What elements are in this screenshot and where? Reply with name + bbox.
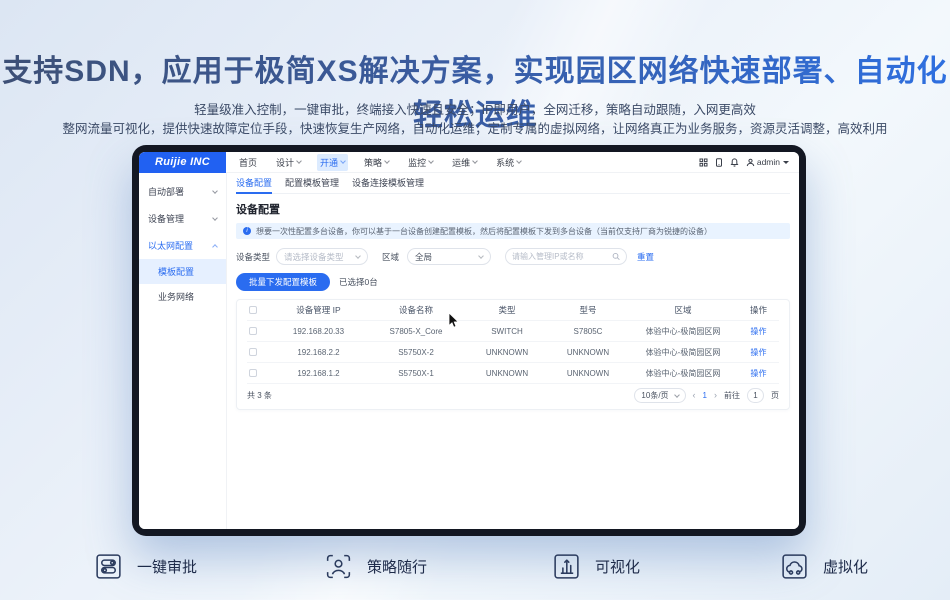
row-checkbox[interactable]	[249, 369, 257, 377]
sidebar-item-ethernet-config[interactable]: 以太网配置	[139, 232, 226, 259]
table-row: 192.168.1.2 S5750X-1 UNKNOWN UNKNOWN 体验中…	[247, 362, 779, 383]
hero-subtitle-line2: 整网流量可视化，提供快速故障定位手段，快速恢复生产网络，自动化运维；定制专属的虚…	[0, 118, 950, 137]
sidebar-item-auto-deploy[interactable]: 自动部署	[139, 178, 226, 205]
feature-policy-follow: 策略随行	[323, 551, 427, 582]
col-model: 型号	[548, 304, 628, 316]
bar-chart-icon	[551, 551, 582, 582]
row-checkbox[interactable]	[249, 327, 257, 335]
bell-icon[interactable]	[730, 158, 739, 167]
feature-virtualization: 虚拟化	[779, 551, 868, 582]
goto-page-input[interactable]	[747, 388, 764, 403]
selected-count: 已选择0台	[339, 276, 378, 288]
info-icon: i	[243, 227, 251, 235]
goto-unit: 页	[771, 390, 779, 401]
chevron-down-icon	[212, 188, 218, 194]
next-page-button[interactable]: ›	[714, 391, 717, 400]
bulk-deploy-button[interactable]: 批量下发配置模板	[236, 273, 330, 291]
nav-item-home[interactable]: 首页	[236, 154, 260, 171]
col-action: 操作	[738, 304, 779, 316]
feature-visualization: 可视化	[551, 551, 640, 582]
bulk-action-row: 批量下发配置模板 已选择0台	[236, 273, 790, 291]
search-input[interactable]	[512, 252, 612, 261]
region-label: 区域	[382, 251, 399, 263]
chevron-down-icon	[384, 158, 390, 164]
nav-item-design[interactable]: 设计	[273, 154, 304, 171]
nav-item-ops[interactable]: 运维	[449, 154, 480, 171]
info-banner-text: 想要一次性配置多台设备，你可以基于一台设备创建配置模板，然后将配置模板下发到多台…	[256, 226, 712, 237]
chevron-down-icon	[296, 158, 302, 164]
user-icon	[746, 158, 755, 167]
chevron-down-icon	[340, 158, 346, 164]
goto-label: 前往	[724, 390, 740, 401]
app-navbar: Ruijie INC 首页 设计 开通 策略 监控 运维 系统 admin	[139, 152, 799, 173]
filter-row: 设备类型 请选择设备类型 区域 全局 重置	[236, 248, 790, 265]
mouse-cursor	[448, 312, 460, 329]
laptop-frame: Ruijie INC 首页 设计 开通 策略 监控 运维 系统 admin	[132, 145, 806, 536]
row-action-link[interactable]: 操作	[738, 368, 779, 379]
chevron-down-icon	[472, 158, 478, 164]
cloud-network-icon	[779, 551, 810, 582]
tab-device-config[interactable]: 设备配置	[236, 173, 272, 194]
row-checkbox[interactable]	[249, 348, 257, 356]
current-page[interactable]: 1	[703, 391, 707, 400]
section-title: 设备配置	[236, 201, 790, 217]
main-content: 设备配置 配置模板管理 设备连接模板管理 设备配置 i 想要一次性配置多台设备，…	[227, 173, 799, 529]
row-action-link[interactable]: 操作	[738, 347, 779, 358]
region-select[interactable]: 全局	[407, 248, 491, 265]
table-footer: 共 3 条 10条/页 ‹ 1 › 前往 页	[247, 383, 779, 407]
sidebar-item-device-mgmt[interactable]: 设备管理	[139, 205, 226, 232]
user-menu[interactable]: admin	[746, 157, 789, 167]
ruijie-logo: Ruijie INC	[139, 152, 226, 173]
sidebar-item-template-config[interactable]: 模板配置	[139, 259, 226, 284]
chevron-down-icon	[674, 392, 680, 398]
col-type: 类型	[466, 304, 548, 316]
info-banner: i 想要一次性配置多台设备，你可以基于一台设备创建配置模板，然后将配置模板下发到…	[236, 223, 790, 239]
tab-device-conn-template-mgmt[interactable]: 设备连接模板管理	[352, 173, 424, 194]
chevron-down-icon	[428, 158, 434, 164]
device-type-select[interactable]: 请选择设备类型	[276, 248, 368, 265]
approval-toggles-icon	[93, 551, 124, 582]
nav-item-system[interactable]: 系统	[493, 154, 524, 171]
row-action-link[interactable]: 操作	[738, 326, 779, 337]
app-screen: Ruijie INC 首页 设计 开通 策略 监控 运维 系统 admin	[139, 152, 799, 529]
chevron-down-icon	[212, 215, 218, 221]
col-ip: 设备管理 IP	[271, 304, 366, 316]
chevron-up-icon	[212, 244, 218, 250]
page-size-select[interactable]: 10条/页	[634, 388, 685, 403]
username: admin	[757, 157, 780, 167]
reset-link[interactable]: 重置	[637, 251, 654, 263]
sidebar-item-service-network[interactable]: 业务网络	[139, 284, 226, 309]
table-row: 192.168.20.33 S7805-X_Core SWITCH S7805C…	[247, 320, 779, 341]
search-box	[505, 248, 627, 265]
chevron-down-icon	[478, 253, 484, 259]
table-header: 设备管理 IP 设备名称 类型 型号 区域 操作	[247, 300, 779, 320]
chevron-down-icon	[783, 161, 789, 164]
nav-item-policy[interactable]: 策略	[361, 154, 392, 171]
prev-page-button[interactable]: ‹	[693, 391, 696, 400]
chevron-down-icon	[355, 253, 361, 259]
nav-item-monitor[interactable]: 监控	[405, 154, 436, 171]
nav-item-provision[interactable]: 开通	[317, 154, 348, 171]
chevron-down-icon	[516, 158, 522, 164]
person-scan-icon	[323, 551, 354, 582]
mobile-icon[interactable]	[715, 158, 723, 167]
feature-one-click-approval: 一键审批	[93, 551, 197, 582]
grid-apps-icon[interactable]	[699, 158, 708, 167]
device-type-label: 设备类型	[236, 251, 270, 263]
main-nav: 首页 设计 开通 策略 监控 运维 系统	[236, 154, 524, 171]
device-table: 设备管理 IP 设备名称 类型 型号 区域 操作 192.168.20.33 S…	[236, 299, 790, 410]
total-count: 共 3 条	[247, 390, 272, 401]
hero-subtitle-line1: 轻量级准入控制，一键审批，终端接入快速且安全；IP即用户，全网迁移，策略自动跟随…	[0, 99, 950, 118]
col-region: 区域	[628, 304, 738, 316]
search-icon	[612, 252, 620, 261]
tab-bar: 设备配置 配置模板管理 设备连接模板管理	[236, 173, 790, 194]
sidebar: 自动部署 设备管理 以太网配置 模板配置 业务网络	[139, 173, 227, 529]
tab-config-template-mgmt[interactable]: 配置模板管理	[285, 173, 339, 194]
select-all-checkbox[interactable]	[249, 306, 257, 314]
table-row: 192.168.2.2 S5750X-2 UNKNOWN UNKNOWN 体验中…	[247, 341, 779, 362]
navbar-actions: admin	[699, 157, 789, 167]
